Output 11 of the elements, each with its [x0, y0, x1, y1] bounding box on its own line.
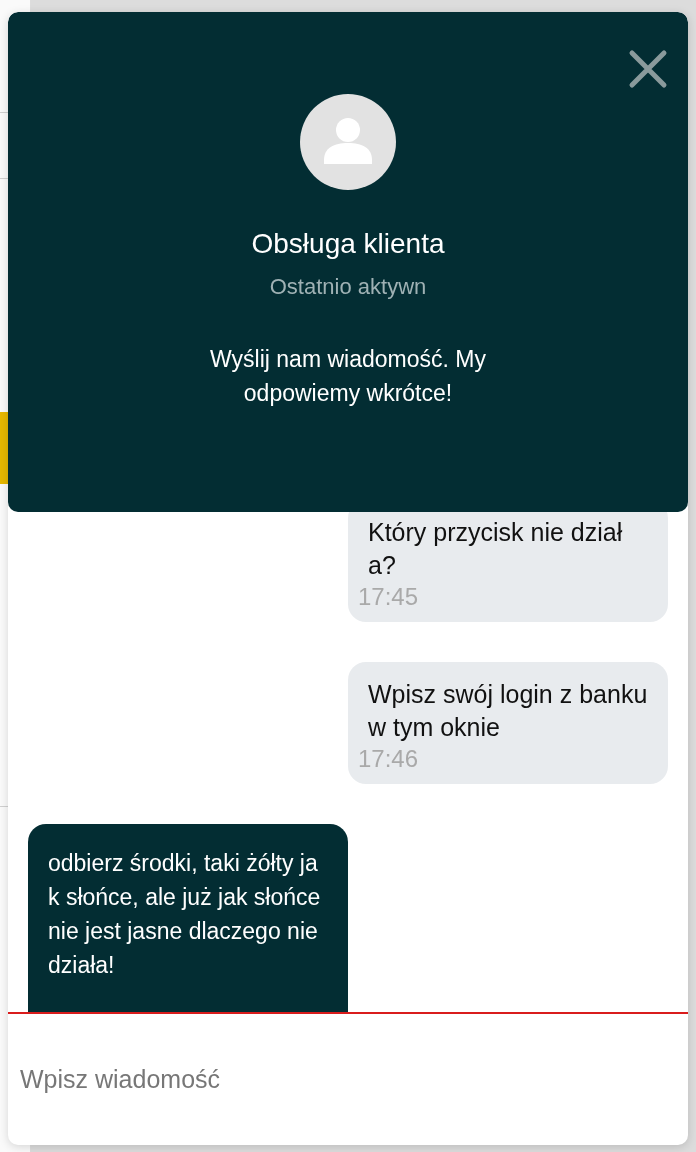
close-icon[interactable] [628, 49, 668, 89]
message-text: Wpisz swój login z banku w tym oknie [367, 679, 648, 743]
intro-message: Wyślij nam wiadomość. My odpowiemy wkrótce! [209, 345, 487, 408]
agent-status: Ostatnio aktywn [269, 274, 427, 300]
message-time: 17:46 [358, 744, 420, 774]
message-text: odbierz środki, taki żółty jak słońce, ale już jak słońce nie jest jasne dlaczego nie działa! [48, 849, 322, 980]
message-input[interactable]: Wpisz wiadomość [8, 1014, 688, 1145]
message-time: 17:45 [358, 582, 420, 612]
agent-name: Obsługa klienta [251, 228, 445, 260]
message-text: Który przycisk nie działa? [367, 517, 624, 581]
avatar-icon [300, 94, 396, 190]
